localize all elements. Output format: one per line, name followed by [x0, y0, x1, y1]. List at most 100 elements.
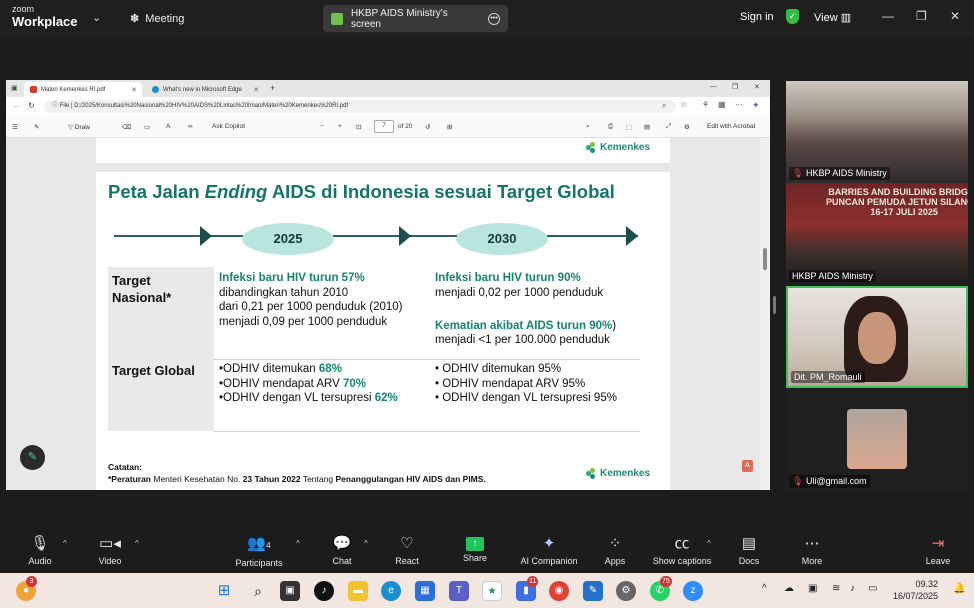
- chrome-icon[interactable]: ◉: [549, 581, 569, 601]
- participants-button[interactable]: 👥4 Participants ^: [224, 528, 299, 573]
- ask-copilot-button[interactable]: Ask Copilot: [212, 123, 245, 130]
- close-icon[interactable]: ✕: [754, 83, 760, 91]
- chevron-up-icon[interactable]: ^: [135, 539, 139, 548]
- fit-page-icon[interactable]: ⊡: [356, 123, 361, 131]
- volume-icon[interactable]: ♪: [850, 583, 855, 594]
- edit-acrobat-button[interactable]: Edit with Acrobat: [707, 123, 755, 130]
- search-icon[interactable]: ⌕: [586, 123, 590, 131]
- teams-icon[interactable]: T: [449, 581, 469, 601]
- screen-share-pill[interactable]: HKBP AIDS Ministry's screen •••: [323, 5, 508, 32]
- tab-edge-news[interactable]: What's new in Microsoft Edge ✕: [146, 82, 264, 97]
- network-icon[interactable]: ▣: [808, 583, 817, 594]
- save-as-icon[interactable]: ▤: [644, 123, 650, 131]
- chevron-up-icon[interactable]: ^: [364, 539, 368, 548]
- collections-icon[interactable]: ▦: [718, 100, 726, 109]
- save-icon[interactable]: ⬚: [626, 123, 632, 131]
- page-view-icon[interactable]: ▭: [144, 123, 150, 131]
- close-tab-icon[interactable]: ✕: [253, 86, 259, 94]
- draw-button[interactable]: ▽ Draw: [68, 123, 90, 131]
- chat-button[interactable]: 💬 Chat ^: [307, 528, 377, 573]
- back-icon[interactable]: ←: [12, 101, 20, 110]
- app-star-icon[interactable]: ★: [482, 581, 502, 601]
- print-icon[interactable]: ⎙: [608, 123, 613, 131]
- pen-app-icon[interactable]: ✎: [583, 581, 603, 601]
- scrollbar-thumb[interactable]: [763, 248, 767, 270]
- acrobat-icon[interactable]: A: [742, 460, 753, 472]
- more-button[interactable]: ⋯ More: [777, 528, 847, 573]
- zoom-out-icon[interactable]: −: [320, 123, 324, 130]
- shield-icon[interactable]: ✓: [786, 9, 799, 24]
- meeting-tab[interactable]: ✽ Meeting: [130, 12, 184, 26]
- cloud-icon[interactable]: ☁: [784, 583, 794, 594]
- rotate-icon[interactable]: ↺: [425, 123, 430, 131]
- minimize-icon[interactable]: —: [710, 83, 717, 90]
- restore-icon[interactable]: ❐: [732, 83, 738, 91]
- chevron-up-icon[interactable]: ^: [762, 583, 767, 594]
- ai-companion-button[interactable]: ✦ AI Companion: [514, 528, 584, 573]
- more-options-icon[interactable]: ⋯: [735, 100, 743, 109]
- captions-button[interactable]: ㏄ Show captions ^: [647, 528, 717, 573]
- edge-icon[interactable]: e: [381, 581, 401, 601]
- panel-splitter-handle[interactable]: [773, 296, 776, 314]
- participant-tile-active-speaker[interactable]: Dit. PM_Romauli: [786, 286, 968, 388]
- contents-icon[interactable]: ☰: [12, 123, 18, 131]
- tab-actions-icon[interactable]: ▣: [11, 84, 18, 92]
- apps-button[interactable]: ⁘ Apps: [580, 528, 650, 573]
- refresh-icon[interactable]: ↻: [28, 101, 35, 110]
- control-label: Share: [462, 553, 488, 563]
- settings-icon[interactable]: ⚙: [616, 581, 636, 601]
- zoom-title-bar: zoom Workplace ⌄ ✽ Meeting HKBP AIDS Min…: [0, 0, 974, 36]
- search-icon[interactable]: ⌕: [662, 101, 666, 111]
- chevron-up-icon[interactable]: ^: [296, 539, 300, 548]
- task-view-icon[interactable]: ▣: [280, 581, 300, 601]
- search-icon[interactable]: ⌕: [248, 581, 268, 601]
- close-icon[interactable]: ✕: [950, 9, 960, 23]
- chevron-up-icon[interactable]: ^: [63, 539, 67, 548]
- windows-start-icon[interactable]: ⊞: [214, 581, 234, 601]
- tiktok-icon[interactable]: ♪: [314, 581, 334, 601]
- pen-icon[interactable]: ✎: [20, 445, 45, 470]
- notification-bell-icon[interactable]: 🔔: [953, 583, 965, 594]
- extensions-icon[interactable]: ⚘: [702, 100, 709, 109]
- read-aloud-icon[interactable]: A: [166, 123, 170, 130]
- minimize-icon[interactable]: —: [882, 9, 894, 23]
- new-tab-icon[interactable]: +: [270, 83, 275, 93]
- video-button[interactable]: ▭◂ Video ^: [75, 528, 145, 573]
- highlight-icon[interactable]: ✎: [34, 123, 39, 131]
- pdf-document-area[interactable]: Kemenkes Peta Jalan Ending AIDS di Indon…: [6, 138, 770, 490]
- wifi-icon[interactable]: ≋: [832, 583, 840, 594]
- zoom-in-icon[interactable]: +: [338, 123, 342, 130]
- audio-button[interactable]: 🎙 Audio ^: [5, 528, 75, 573]
- participant-tile[interactable]: BARRIES AND BUILDING BRIDGES PUNCAN PEMU…: [786, 183, 968, 285]
- eraser-icon[interactable]: ⌫: [122, 123, 131, 131]
- battery-icon[interactable]: ▭: [868, 583, 877, 594]
- file-explorer-icon[interactable]: ▬: [348, 581, 368, 601]
- react-button[interactable]: ♡ React: [372, 528, 442, 573]
- participant-tile[interactable]: 🎙 HKBP AIDS Ministry: [786, 81, 968, 183]
- pdf-scrollbar[interactable]: [760, 138, 770, 490]
- chevron-down-icon[interactable]: ⌄: [92, 11, 101, 24]
- translate-icon[interactable]: ∞: [188, 123, 193, 130]
- view-button[interactable]: View ▥: [814, 11, 851, 24]
- page-layout-icon[interactable]: ⊞: [447, 123, 452, 131]
- tab-pdf[interactable]: Materi Kemenkes RI.pdf ✕: [24, 82, 142, 97]
- more-options-icon[interactable]: •••: [488, 12, 500, 25]
- tab-label: What's new in Microsoft Edge: [163, 86, 242, 93]
- system-clock[interactable]: 09.32 16/07/2025: [893, 578, 938, 602]
- favorite-star-icon[interactable]: ☆: [680, 100, 687, 109]
- page-number-input[interactable]: 7: [374, 120, 394, 133]
- url-field[interactable]: ⓘ File | D:/2025/Konsultasi%20Nasional%2…: [44, 100, 676, 113]
- restore-icon[interactable]: ❐: [916, 9, 927, 23]
- participant-tile[interactable]: 🎙 Uli@gmail.com: [786, 389, 968, 491]
- zoom-app-icon[interactable]: z: [683, 581, 703, 601]
- fullscreen-icon[interactable]: ⤢: [666, 123, 671, 131]
- close-tab-icon[interactable]: ✕: [131, 86, 137, 94]
- leave-button[interactable]: ⇥ Leave: [903, 528, 973, 573]
- copilot-icon[interactable]: ✦: [752, 100, 760, 111]
- share-button[interactable]: ↑ Share: [440, 528, 510, 573]
- chevron-up-icon[interactable]: ^: [707, 539, 711, 548]
- sign-in-button[interactable]: Sign in: [740, 11, 774, 23]
- docs-button[interactable]: ▤ Docs: [714, 528, 784, 573]
- settings-icon[interactable]: ⚙: [684, 123, 690, 131]
- store-icon[interactable]: ▦: [415, 581, 435, 601]
